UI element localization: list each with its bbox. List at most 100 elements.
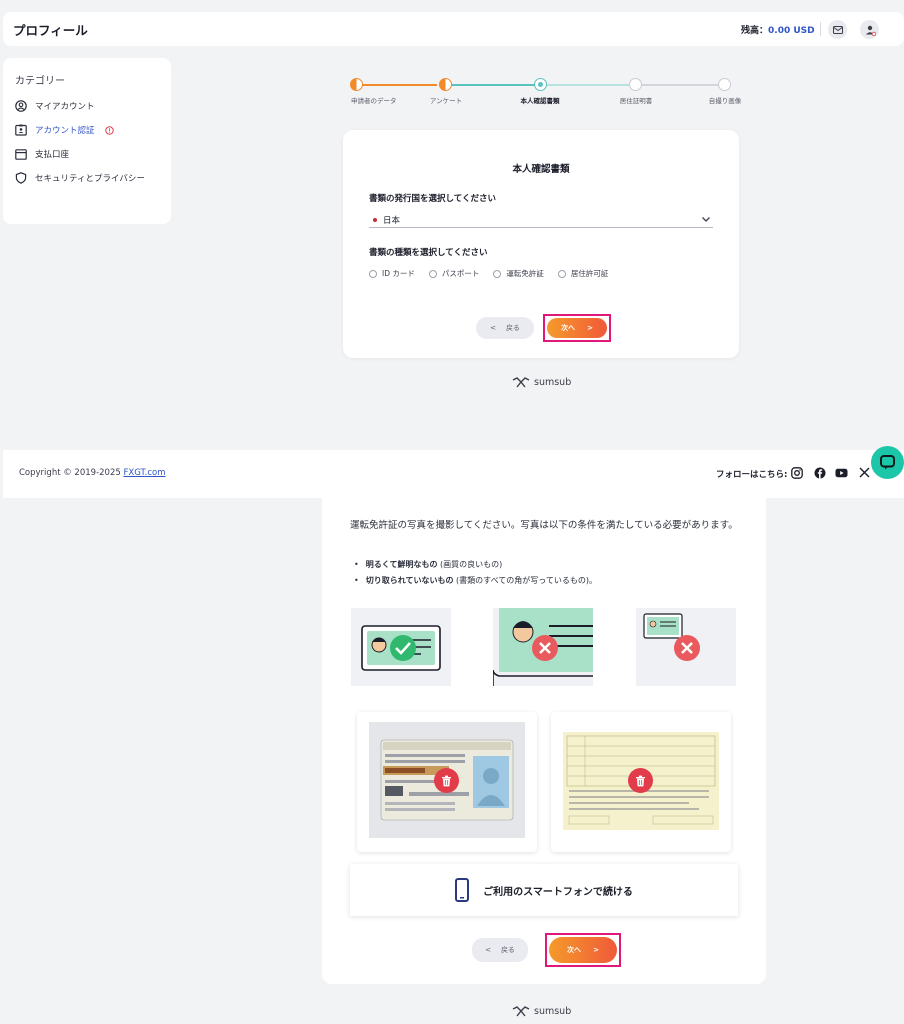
- back-label: 戻る: [500, 946, 515, 954]
- radio-label: パスポート: [441, 269, 480, 278]
- radio-label: 居住許可証: [570, 269, 609, 278]
- uploaded-front-image[interactable]: [357, 712, 537, 852]
- doc-type-radios: ID カード パスポート 運転免許証 居住許可証: [369, 268, 608, 279]
- trash-icon: [636, 775, 645, 786]
- step-label: 自撮り画像: [708, 97, 742, 105]
- next-button-fill: 次へ >: [547, 318, 607, 338]
- back-button[interactable]: < 戻る: [476, 317, 534, 339]
- radio-drivers-license[interactable]: 運転免許証: [493, 268, 544, 279]
- step-node-questionnaire[interactable]: [439, 78, 452, 91]
- category-sidebar: カテゴリー マイアカウント アカウント認証 支払口座 セキュリティとプライバシー: [3, 58, 171, 224]
- chevron-left-icon: <: [485, 946, 491, 954]
- delete-front-button[interactable]: [434, 768, 459, 793]
- card-title: 本人確認書類: [512, 164, 570, 175]
- chevron-right-icon: >: [593, 946, 599, 954]
- step-node-id-document[interactable]: [534, 78, 547, 91]
- next-button-fill: 次へ >: [549, 937, 617, 963]
- radio-passport[interactable]: パスポート: [428, 268, 480, 279]
- sidebar-item-label: セキュリティとプライバシー: [35, 174, 145, 184]
- instagram-icon: [790, 466, 803, 479]
- step-label: 申請者のデータ: [351, 97, 397, 105]
- brand-name: sumsub: [534, 376, 572, 388]
- country-value: 日本: [383, 215, 401, 226]
- wallet-icon: [15, 148, 27, 160]
- sidebar-heading: カテゴリー: [15, 76, 65, 87]
- requirement-bold: 切り取られていないもの: [365, 576, 454, 585]
- radio-circle: [493, 269, 502, 278]
- id-card-small-illustration: [643, 613, 700, 661]
- sidebar-item-label: 支払口座: [35, 150, 70, 160]
- mail-button[interactable]: [828, 20, 847, 39]
- sidebar-item-label: マイアカウント: [35, 102, 95, 112]
- copyright-text: Copyright © 2019-2025: [19, 468, 124, 478]
- chevron-right-icon: >: [587, 324, 593, 332]
- continue-on-phone-button[interactable]: ご利用のスマートフォンで続ける: [350, 864, 738, 916]
- upload-instructions: 運転免許証の写真を撮影してください。写真は以下の条件を満たしている必要があります…: [350, 520, 738, 531]
- japan-flag-icon: [373, 217, 377, 222]
- next-button-2[interactable]: 次へ >: [545, 933, 621, 967]
- requirement-detail: (画質の良いもの): [437, 560, 503, 569]
- instagram-button[interactable]: [790, 466, 803, 479]
- next-button[interactable]: 次へ >: [543, 314, 611, 342]
- requirement-detail: (書類のすべての角が写っているもの)。: [453, 576, 597, 585]
- radio-label: 運転免許証: [506, 269, 544, 278]
- step-connector: [641, 84, 719, 86]
- sidebar-item-account-verification[interactable]: アカウント認証: [15, 124, 114, 136]
- step-connector: [547, 84, 631, 86]
- follow-label: フォローはこちら:: [716, 470, 788, 480]
- step-node-applicant-data[interactable]: [350, 78, 363, 91]
- back-button-2[interactable]: < 戻る: [472, 938, 528, 962]
- page-footer: Copyright © 2019-2025 FXGT.com フォローはこちら:: [3, 450, 904, 498]
- brand-name: sumsub: [534, 1005, 572, 1017]
- delete-back-button[interactable]: [628, 768, 653, 793]
- copyright: Copyright © 2019-2025 FXGT.com: [19, 468, 166, 478]
- chat-support-button[interactable]: [871, 446, 904, 479]
- radio-residence-permit[interactable]: 居住許可証: [557, 268, 609, 279]
- sumsub-logo-icon: [512, 377, 530, 388]
- facebook-button[interactable]: [813, 466, 826, 479]
- x-twitter-button[interactable]: [858, 466, 871, 479]
- id-card-good-illustration: [361, 625, 441, 671]
- requirement-bold: 明るくて鮮明なもの: [365, 560, 438, 569]
- sidebar-item-security[interactable]: セキュリティとプライバシー: [15, 172, 145, 184]
- radio-circle: [557, 269, 566, 278]
- balance-value: 0.00 USD: [768, 25, 815, 36]
- sidebar-item-my-account[interactable]: マイアカウント: [15, 100, 95, 112]
- radio-label: ID カード: [382, 269, 415, 278]
- radio-id-card[interactable]: ID カード: [369, 268, 415, 279]
- page-title: プロフィール: [13, 22, 88, 38]
- sidebar-item-payment-accounts[interactable]: 支払口座: [15, 148, 69, 160]
- x-twitter-icon: [859, 467, 870, 478]
- id-card-cropped-illustration: [493, 608, 593, 686]
- fxgt-link[interactable]: FXGT.com: [123, 468, 165, 478]
- country-select[interactable]: 日本: [369, 212, 713, 228]
- step-label: アンケート: [429, 97, 463, 105]
- current-step-dot: [537, 81, 543, 87]
- id-document-card: 本人確認書類 書類の発行国を選択してください 日本 書類の種類を選択してください…: [343, 130, 739, 358]
- uploaded-back-image[interactable]: [551, 712, 731, 852]
- facebook-icon: [814, 467, 825, 478]
- step-node-proof-of-address[interactable]: [629, 78, 642, 91]
- mail-icon: [832, 25, 843, 34]
- chevron-left-icon: <: [490, 324, 496, 332]
- step-node-selfie[interactable]: [718, 78, 731, 91]
- sumsub-logo-2: sumsub: [512, 1005, 571, 1017]
- youtube-button[interactable]: [835, 466, 848, 479]
- doc-type-question: 書類の種類を選択してください: [369, 248, 488, 258]
- chat-icon: [880, 455, 895, 470]
- continue-on-phone-label: ご利用のスマートフォンで続ける: [483, 886, 633, 898]
- smartphone-icon: [455, 878, 470, 902]
- requirement-uncropped: 切り取られていないもの (書類のすべての角が写っているもの)。: [354, 575, 597, 586]
- top-header: プロフィール 残高：0.00 USD: [3, 12, 904, 46]
- step-connector: [447, 84, 535, 86]
- id-card-icon: [15, 124, 27, 136]
- step-label: 居住証明書: [619, 97, 653, 105]
- radio-circle: [428, 269, 437, 278]
- requirement-bright: 明るくて鮮明なもの (画質の良いもの): [354, 559, 503, 570]
- next-label: 次へ: [567, 946, 582, 954]
- country-question: 書類の発行国を選択してください: [369, 194, 496, 204]
- step-label: 本人確認書類: [520, 97, 560, 105]
- balance-display: 残高：0.00 USD: [741, 23, 815, 36]
- trash-icon: [442, 775, 451, 786]
- profile-button[interactable]: [860, 20, 879, 39]
